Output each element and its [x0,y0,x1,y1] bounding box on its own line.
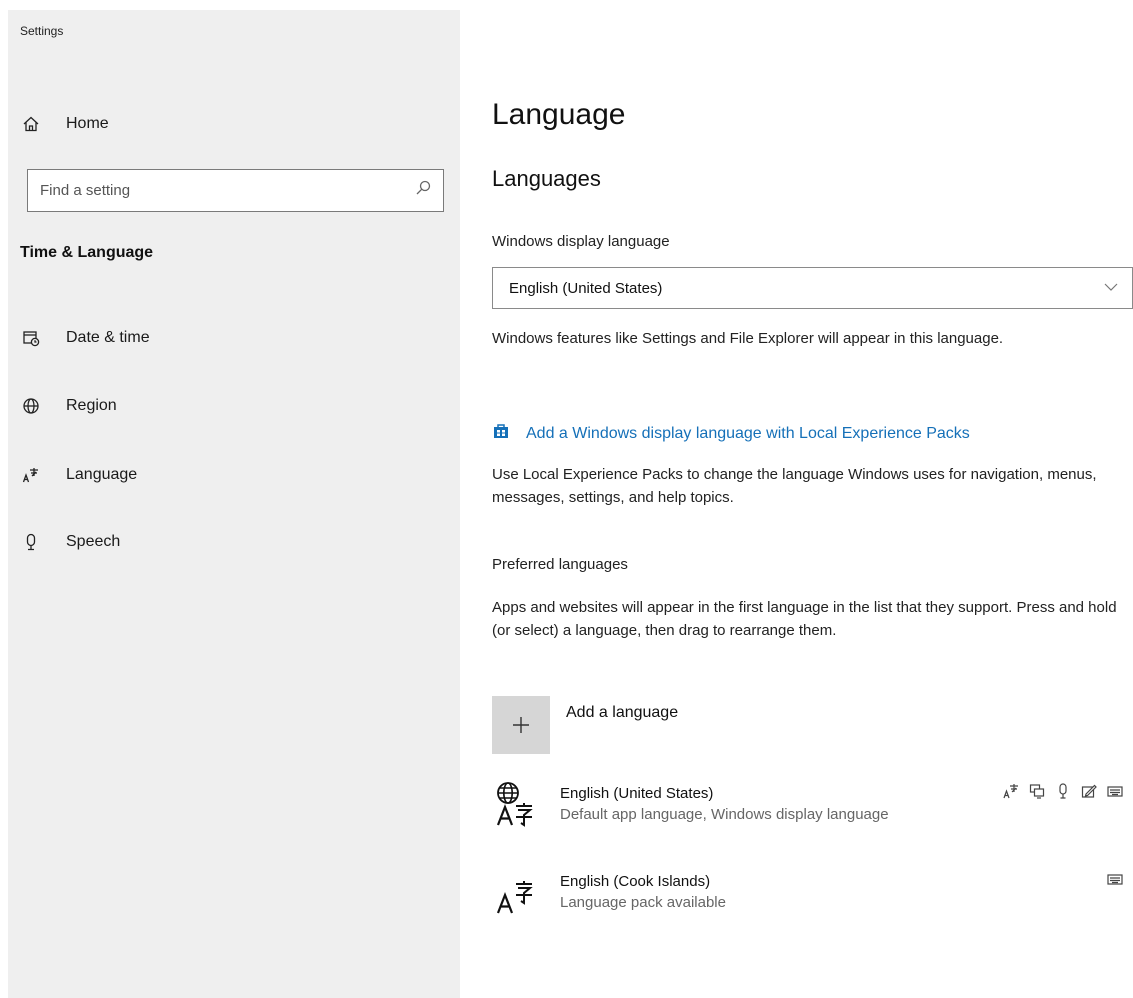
speech-icon [1059,783,1067,799]
language-name: English (United States) [560,785,714,802]
window-title: Settings [20,24,64,38]
language-status: Language pack available [560,894,726,911]
display-icon [1029,784,1045,799]
language-icon [20,464,42,486]
store-icon [492,422,526,445]
lxp-link[interactable]: Add a Windows display language with Loca… [492,422,970,445]
page-title: Language [492,98,626,131]
sidebar-item-date-time[interactable]: Date & time [20,322,150,354]
sidebar-item-speech[interactable]: Speech [20,526,120,558]
display-language-dropdown[interactable]: English (United States) [492,267,1133,309]
calendar-clock-icon [20,327,42,349]
display-language-value: English (United States) [509,279,663,297]
section-title: Time & Language [20,244,154,261]
sidebar: Settings Home Time & Language Date & tim… [8,10,460,998]
display-language-description: Windows features like Settings and File … [492,330,1004,347]
home-icon [20,113,42,135]
preferred-languages-label: Preferred languages [492,556,628,573]
sidebar-item-label: Date & time [66,329,150,346]
sidebar-item-label: Region [66,397,117,414]
language-features [1003,783,1123,799]
sidebar-item-region[interactable]: Region [20,390,117,422]
language-name: English (Cook Islands) [560,873,711,890]
languages-heading: Languages [492,166,601,191]
globe-icon [20,395,42,417]
keyboard-icon [1107,786,1123,797]
sidebar-item-label: Language [66,466,138,483]
sidebar-item-language[interactable]: Language [20,459,137,491]
language-list-item[interactable]: English (United States) Default app lang… [492,779,1133,835]
sidebar-item-label: Speech [66,533,121,550]
lxp-link-label: Add a Windows display language with Loca… [526,424,970,442]
language-globe-glyph-icon [496,782,533,827]
add-language-label: Add a language [566,704,679,721]
lxp-description: Use Local Experience Packs to change the… [492,466,1097,506]
add-language-button[interactable] [492,696,550,754]
language-features [1107,871,1123,887]
add-language[interactable]: Add a language [492,696,678,754]
keyboard-icon [1107,874,1123,885]
language-pack-icon [1003,784,1018,799]
search-box[interactable] [27,169,444,212]
microphone-icon [20,531,42,553]
language-glyph-icon [496,881,533,914]
language-list-item[interactable]: English (Cook Islands) Language pack ava… [492,867,1133,923]
nav-home[interactable]: Home [20,108,109,140]
nav-home-label: Home [66,115,109,132]
handwriting-icon [1081,784,1097,798]
search-icon[interactable] [415,180,431,201]
plus-icon [513,717,529,733]
preferred-languages-description: Apps and websites will appear in the fir… [492,599,1117,639]
main-content: Language Languages Windows display langu… [492,0,1133,998]
chevron-down-icon [1104,280,1118,298]
search-input[interactable] [40,182,415,199]
display-language-label: Windows display language [492,233,670,250]
language-status: Default app language, Windows display la… [560,806,889,823]
